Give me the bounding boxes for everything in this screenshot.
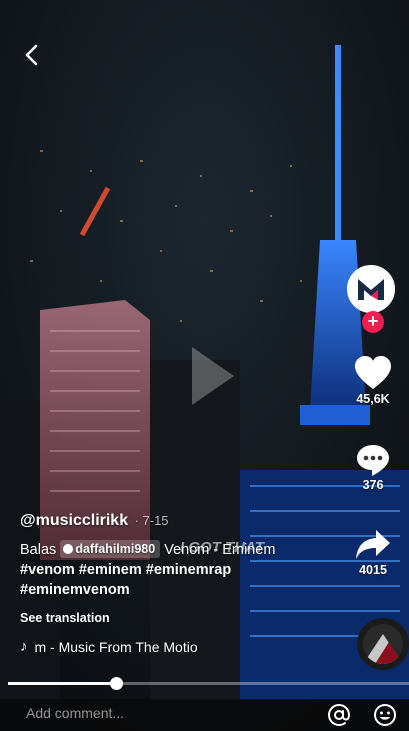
share-button[interactable]: 4015 bbox=[337, 528, 409, 577]
hashtag[interactable]: #venom bbox=[20, 562, 75, 578]
like-button[interactable]: 45,6K bbox=[337, 355, 409, 406]
hashtag[interactable]: #eminem bbox=[79, 562, 142, 578]
video-description: Balas daffahilmi980 Venom - Eminem #veno… bbox=[20, 540, 340, 600]
see-translation-link[interactable]: See translation bbox=[20, 611, 340, 625]
comment-count: 376 bbox=[362, 478, 384, 492]
share-arrow-icon bbox=[356, 530, 390, 559]
follow-button[interactable]: + bbox=[362, 311, 384, 333]
comment-button[interactable]: 376 bbox=[337, 443, 409, 492]
chevron-left-icon bbox=[25, 44, 38, 66]
music-disc[interactable] bbox=[357, 618, 409, 670]
progress-thumb[interactable] bbox=[109, 677, 123, 690]
progress-bar[interactable] bbox=[8, 677, 409, 690]
creator-avatar[interactable]: + bbox=[347, 265, 399, 333]
progress-fill bbox=[8, 682, 117, 685]
heart-icon bbox=[355, 356, 391, 389]
comment-input[interactable]: Add comment... bbox=[26, 705, 124, 721]
music-row[interactable]: ♪ m - Music From The Motio bbox=[20, 638, 340, 655]
reply-icon bbox=[63, 544, 74, 554]
hashtag[interactable]: #eminemrap bbox=[146, 562, 231, 578]
like-count: 45,6K bbox=[356, 392, 390, 406]
hashtag[interactable]: #eminemvenom bbox=[20, 582, 130, 598]
reply-prefix: Balas bbox=[20, 542, 57, 558]
back-button[interactable] bbox=[14, 38, 48, 72]
emoji-icon[interactable] bbox=[373, 703, 397, 727]
mention-username: daffahilmi980 bbox=[75, 542, 156, 556]
comment-bubble-icon bbox=[357, 445, 389, 476]
mention-chip[interactable]: daffahilmi980 bbox=[60, 540, 161, 558]
mention-at-icon[interactable] bbox=[327, 703, 351, 727]
creator-username[interactable]: @musicclirikk bbox=[20, 512, 128, 529]
play-icon bbox=[192, 347, 234, 405]
album-art-icon bbox=[363, 624, 403, 664]
comment-bar: Add comment... bbox=[0, 699, 409, 731]
video-player[interactable]: I GOT THAT + 45,6K 376 4015 @musicclirik… bbox=[0, 0, 409, 731]
username-row: @musicclirikk · 7-15 bbox=[20, 512, 340, 530]
share-count: 4015 bbox=[359, 563, 387, 577]
creator-logo-icon bbox=[358, 279, 384, 300]
caption-block: @musicclirikk · 7-15 Balas daffahilmi980… bbox=[20, 512, 340, 655]
post-date: · 7-15 bbox=[134, 513, 169, 528]
description-text: Venom - Eminem bbox=[164, 542, 276, 558]
avatar bbox=[347, 265, 395, 313]
music-title: m - Music From The Motio bbox=[34, 638, 198, 655]
music-note-icon: ♪ bbox=[20, 638, 28, 655]
